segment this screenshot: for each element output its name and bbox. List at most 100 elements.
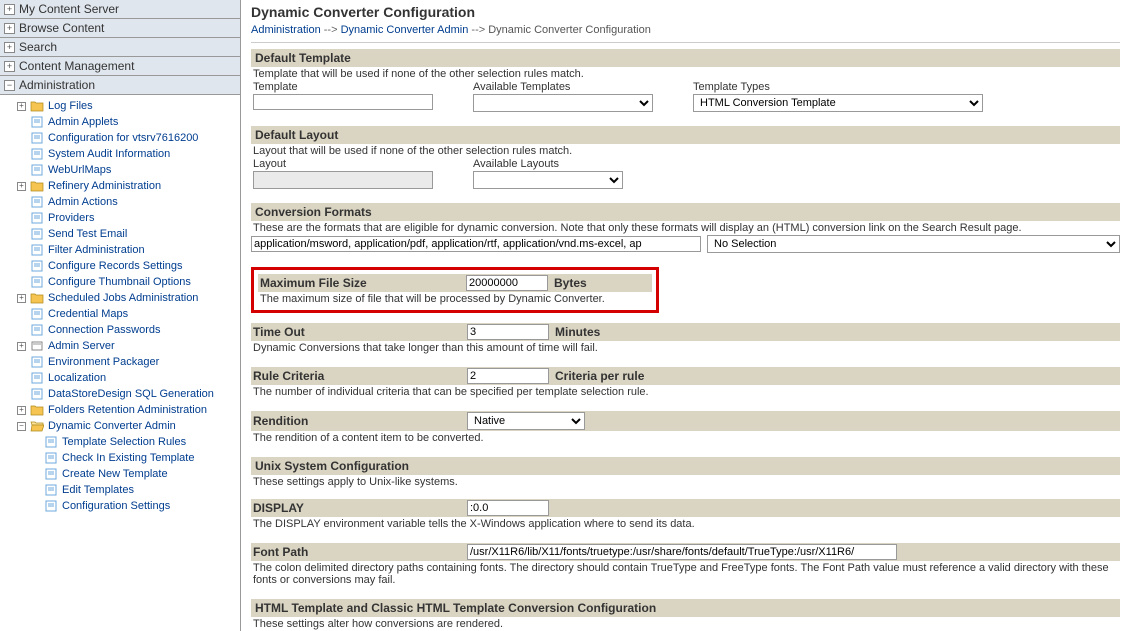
- page-icon: [30, 116, 44, 128]
- time-out-input[interactable]: [467, 324, 549, 340]
- template-types-label: Template Types: [693, 81, 983, 93]
- nav-config-thumbnail[interactable]: Configure Thumbnail Options: [16, 274, 240, 290]
- expander-icon[interactable]: +: [4, 23, 15, 34]
- folder-closed-icon: [30, 180, 44, 192]
- rule-criteria-input[interactable]: [467, 368, 549, 384]
- nav-config-for[interactable]: Configuration for vtsrv7616200: [16, 130, 240, 146]
- rule-criteria-unit: Criteria per rule: [555, 369, 644, 383]
- expander-icon[interactable]: −: [4, 80, 15, 91]
- conversion-formats-select[interactable]: No Selection: [707, 235, 1120, 253]
- page-icon: [44, 484, 58, 496]
- nav-send-test-email[interactable]: Send Test Email: [16, 226, 240, 242]
- rendition-select[interactable]: Native: [467, 412, 585, 430]
- page-icon: [30, 244, 44, 256]
- nav-datastoredesign[interactable]: DataStoreDesign SQL Generation: [16, 386, 240, 402]
- nav-create-new-template[interactable]: Create New Template: [30, 466, 240, 482]
- default-template-desc: Template that will be used if none of th…: [251, 67, 1120, 81]
- font-path-input[interactable]: [467, 544, 897, 560]
- page-icon: [30, 308, 44, 320]
- display-label: DISPLAY: [253, 501, 467, 515]
- display-input[interactable]: [467, 500, 549, 516]
- nav-localization[interactable]: Localization: [16, 370, 240, 386]
- display-desc: The DISPLAY environment variable tells t…: [251, 517, 1120, 531]
- folder-open-icon: [30, 420, 44, 432]
- available-templates-select[interactable]: [473, 94, 653, 112]
- conversion-formats-input[interactable]: [251, 236, 701, 252]
- bc-administration[interactable]: Administration: [251, 24, 321, 36]
- conversion-formats-desc: These are the formats that are eligible …: [251, 221, 1120, 235]
- default-layout-title: Default Layout: [251, 126, 1120, 144]
- template-input[interactable]: [253, 94, 433, 110]
- page-icon: [30, 132, 44, 144]
- section-display: DISPLAY The DISPLAY environment variable…: [251, 499, 1120, 531]
- section-conversion-formats: Conversion Formats These are the formats…: [251, 203, 1120, 253]
- nav-providers[interactable]: Providers: [16, 210, 240, 226]
- section-my-content-server[interactable]: + My Content Server: [0, 0, 240, 19]
- font-path-desc: The colon delimited directory paths cont…: [251, 561, 1120, 587]
- available-templates-label: Available Templates: [473, 81, 653, 93]
- conversion-formats-title: Conversion Formats: [251, 203, 1120, 221]
- nav-template-selection-rules[interactable]: Template Selection Rules: [30, 434, 240, 450]
- section-search[interactable]: + Search: [0, 38, 240, 57]
- unix-desc: These settings apply to Unix-like system…: [251, 475, 1120, 489]
- nav-connection-passwords[interactable]: Connection Passwords: [16, 322, 240, 338]
- page-icon: [44, 500, 58, 512]
- section-content-management[interactable]: + Content Management: [0, 57, 240, 76]
- expander-icon[interactable]: +: [4, 42, 15, 53]
- section-browse-content[interactable]: + Browse Content: [0, 19, 240, 38]
- nav-filter-admin[interactable]: Filter Administration: [16, 242, 240, 258]
- page-icon: [30, 148, 44, 160]
- nav-folders-retention[interactable]: + Folders Retention Administration: [16, 402, 240, 418]
- nav-log-files[interactable]: + Log Files: [16, 98, 240, 114]
- section-administration[interactable]: − Administration: [0, 76, 240, 95]
- available-layouts-select[interactable]: [473, 171, 623, 189]
- bc-dynamic-converter-admin[interactable]: Dynamic Converter Admin: [341, 24, 469, 36]
- nav-admin-actions[interactable]: Admin Actions: [16, 194, 240, 210]
- rendition-label: Rendition: [253, 414, 467, 428]
- nav-admin-applets[interactable]: Admin Applets: [16, 114, 240, 130]
- section-default-template: Default Template Template that will be u…: [251, 49, 1120, 112]
- page-icon: [30, 196, 44, 208]
- max-file-size-input[interactable]: [466, 275, 548, 291]
- rule-criteria-desc: The number of individual criteria that c…: [251, 385, 1120, 399]
- folder-closed-icon: [30, 100, 44, 112]
- page-icon: [30, 324, 44, 336]
- section-time-out: Time Out Minutes Dynamic Conversions tha…: [251, 323, 1120, 355]
- template-label: Template: [253, 81, 433, 93]
- folder-closed-icon: [30, 292, 44, 304]
- nav-edit-templates[interactable]: Edit Templates: [30, 482, 240, 498]
- available-layouts-label: Available Layouts: [473, 158, 623, 170]
- nav-system-audit[interactable]: System Audit Information: [16, 146, 240, 162]
- nav-weburlmaps[interactable]: WebUrlMaps: [16, 162, 240, 178]
- section-html-template: HTML Template and Classic HTML Template …: [251, 599, 1120, 631]
- page-icon: [44, 452, 58, 464]
- highlight-box: Maximum File Size Bytes The maximum size…: [251, 267, 659, 313]
- page-icon: [30, 388, 44, 400]
- nav-scheduled-jobs[interactable]: + Scheduled Jobs Administration: [16, 290, 240, 306]
- page-icon: [30, 228, 44, 240]
- nav-config-settings[interactable]: Configuration Settings: [30, 498, 240, 514]
- template-types-select[interactable]: HTML Conversion Template: [693, 94, 983, 112]
- nav-credential-maps[interactable]: Credential Maps: [16, 306, 240, 322]
- main-content: Dynamic Converter Configuration Administ…: [241, 0, 1128, 631]
- expander-icon[interactable]: +: [4, 4, 15, 15]
- default-layout-desc: Layout that will be used if none of the …: [251, 144, 1120, 158]
- server-icon: [30, 340, 44, 352]
- nav-env-packager[interactable]: Environment Packager: [16, 354, 240, 370]
- expander-icon[interactable]: +: [4, 61, 15, 72]
- layout-label: Layout: [253, 158, 433, 170]
- nav-refinery-admin[interactable]: + Refinery Administration: [16, 178, 240, 194]
- section-default-layout: Default Layout Layout that will be used …: [251, 126, 1120, 189]
- nav-check-in-existing[interactable]: Check In Existing Template: [30, 450, 240, 466]
- nav-admin-server[interactable]: + Admin Server: [16, 338, 240, 354]
- rendition-desc: The rendition of a content item to be co…: [251, 431, 1120, 445]
- page-icon: [30, 276, 44, 288]
- page-icon: [44, 468, 58, 480]
- page-icon: [30, 372, 44, 384]
- nav-config-records[interactable]: Configure Records Settings: [16, 258, 240, 274]
- page-icon: [44, 436, 58, 448]
- section-rendition: Rendition Native The rendition of a cont…: [251, 411, 1120, 445]
- nav-dynamic-converter-admin[interactable]: − Dynamic Converter Admin: [16, 418, 240, 434]
- section-font-path: Font Path The colon delimited directory …: [251, 543, 1120, 587]
- page-title: Dynamic Converter Configuration: [251, 4, 1120, 20]
